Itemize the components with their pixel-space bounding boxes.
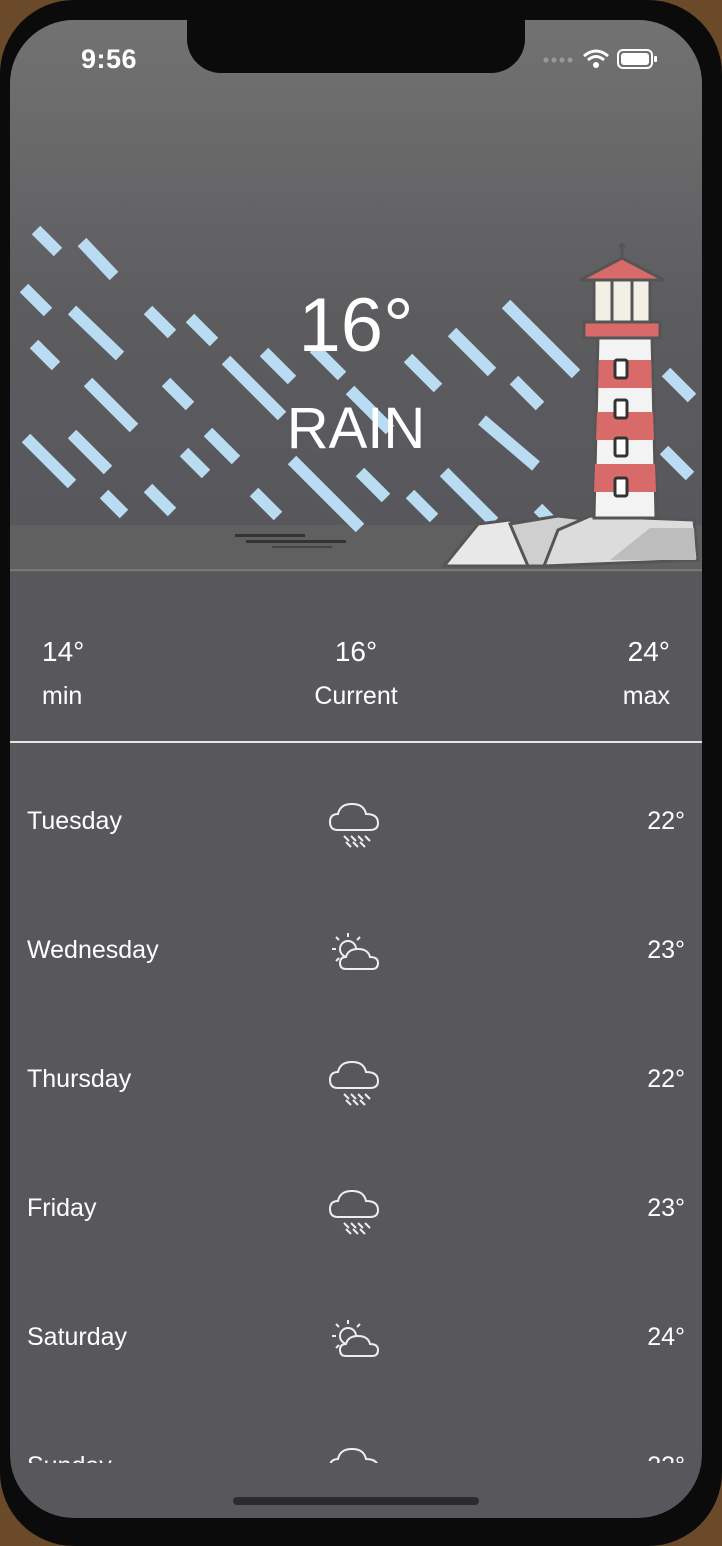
forecast-row: Thursday 22° xyxy=(10,1001,702,1130)
cloud-icon xyxy=(329,1447,378,1463)
forecast-day: Tuesday xyxy=(27,807,122,835)
forecast-row: Tuesday 22° xyxy=(10,743,702,872)
status-icons xyxy=(542,48,662,70)
weather-condition: RAIN xyxy=(286,396,426,461)
forecast-row: Saturday 24° xyxy=(10,1259,702,1388)
weather-hero: 16° RAIN xyxy=(10,20,702,572)
home-indicator[interactable] xyxy=(233,1497,479,1505)
min-temperature: 14° xyxy=(42,636,85,667)
current-temperature: 16° xyxy=(298,283,414,368)
forecast-row: Sunday 22° xyxy=(10,1388,702,1463)
current-label: Current xyxy=(314,682,398,710)
forecast-list[interactable]: Tuesday 22° Wednesday 23° Thursday 22° F… xyxy=(10,743,702,1463)
max-label: max xyxy=(622,682,670,710)
forecast-day: Friday xyxy=(27,1194,97,1222)
app-screen: 16° RAIN 9:56 14° min 16° Current 24° ma… xyxy=(10,20,702,1518)
phone-frame: 16° RAIN 9:56 14° min 16° Current 24° ma… xyxy=(0,0,722,1546)
forecast-day: Wednesday xyxy=(27,936,159,964)
forecast-day: Thursday xyxy=(27,1065,132,1093)
forecast-row: Wednesday 23° xyxy=(10,872,702,1001)
summary-min: 14° min xyxy=(42,630,84,718)
signal-icon xyxy=(543,57,573,63)
cloud-rain-icon xyxy=(328,802,380,848)
rocks xyxy=(440,514,700,568)
wifi-icon xyxy=(583,49,609,68)
forecast-day: Saturday xyxy=(27,1323,128,1351)
notch xyxy=(187,20,525,73)
partly-sunny-icon xyxy=(332,933,380,970)
min-label: min xyxy=(42,682,83,710)
forecast-temp: 24° xyxy=(647,1323,685,1351)
forecast-temp: 22° xyxy=(647,807,685,835)
forecast-row: Friday 23° xyxy=(10,1130,702,1259)
forecast-temp: 22° xyxy=(647,1452,685,1463)
forecast-temp: 23° xyxy=(647,936,685,964)
partly-sunny-icon xyxy=(332,1320,380,1357)
summary-current: 16° Current xyxy=(256,630,456,718)
lighthouse xyxy=(579,243,665,520)
forecast-day: Sunday xyxy=(27,1452,112,1463)
status-time: 9:56 xyxy=(81,44,138,74)
battery-icon xyxy=(617,49,657,69)
cloud-rain-icon xyxy=(328,1060,380,1106)
max-temperature: 24° xyxy=(627,636,670,667)
cloud-rain-icon xyxy=(328,1189,380,1235)
summary-max: 24° max xyxy=(623,630,670,718)
forecast-temp: 23° xyxy=(647,1194,685,1222)
forecast-temp: 22° xyxy=(647,1065,685,1093)
current-temperature-small: 16° xyxy=(334,636,378,667)
